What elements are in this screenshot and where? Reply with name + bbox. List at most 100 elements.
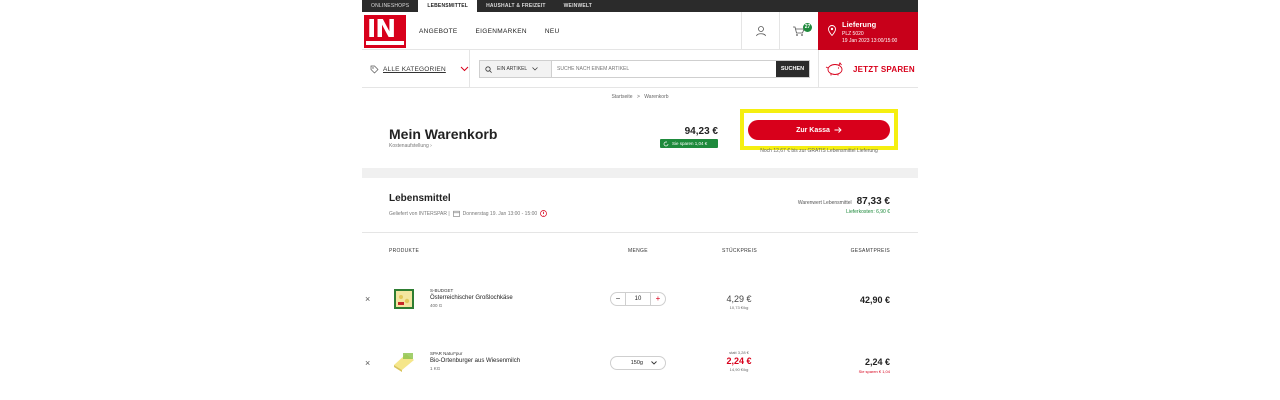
- row-savings: Sie sparen € 1,04: [858, 369, 890, 374]
- tab-onlineshops[interactable]: ONLINESHOPS: [362, 0, 418, 12]
- cart-button[interactable]: 27: [779, 12, 817, 50]
- product-info: SPAR Natur*pur Bio-Ortenburger aus Wiese…: [430, 351, 520, 371]
- unit-base-price: 14,90 €/kg: [729, 367, 749, 372]
- search-input[interactable]: [552, 61, 776, 77]
- quantity-select-value: 150g: [630, 360, 643, 366]
- all-categories-button[interactable]: ALLE KATEGORIEN: [362, 50, 470, 88]
- cost-breakdown-label: Kostenaufstellung: [389, 143, 429, 149]
- breadcrumb: Startseite > Warenkorb: [362, 94, 918, 100]
- product-name[interactable]: Bio-Ortenburger aus Wiesenmilch: [430, 358, 520, 364]
- breadcrumb-current: Warenkorb: [644, 94, 669, 100]
- goods-value: 87,33 €: [856, 196, 890, 207]
- unit-price: 4,29 € 10,73 €/kg: [714, 294, 764, 310]
- cart-count-badge: 27: [803, 23, 812, 32]
- interspar-logo[interactable]: IN: [364, 15, 406, 48]
- chevron-right-icon: ›: [430, 143, 432, 149]
- row-total: 42,90 €: [860, 295, 890, 305]
- piggy-bank-icon: [825, 62, 843, 76]
- product-size: 1 KG: [430, 366, 441, 371]
- nav-eigenmarken[interactable]: EIGENMARKEN: [476, 28, 527, 35]
- product-name[interactable]: Österreichischer Großlochkäse: [430, 295, 513, 301]
- delivered-by: Geliefert von INTERSPAR |: [389, 210, 450, 217]
- nav-neu[interactable]: NEU: [545, 28, 560, 35]
- checkout-button[interactable]: Zur Kassa: [748, 120, 890, 140]
- product-info: S-BUDGET Österreichischer Großlochkäse 4…: [430, 288, 513, 308]
- section-divider: [362, 232, 918, 233]
- info-icon[interactable]: [540, 210, 548, 217]
- product-image[interactable]: [392, 288, 416, 310]
- chevron-down-icon: [651, 361, 657, 365]
- page: ONLINESHOPS LEBENSMITTEL HAUSHALT & FREI…: [362, 0, 918, 400]
- savings-badge: Sie sparen 1,04 €: [660, 139, 718, 148]
- remove-item-icon[interactable]: ×: [365, 294, 370, 304]
- chevron-down-icon: [460, 66, 469, 72]
- section-meta: Geliefert von INTERSPAR | Donnerstag 19.…: [389, 210, 548, 217]
- unit-price: statt 3,28 € 2,24 € 14,90 €/kg: [714, 350, 764, 372]
- row-total-value: 2,24 €: [864, 357, 890, 367]
- free-delivery-hint: Noch 12,67 € bis zur GRATIS Lebensmittel…: [760, 148, 878, 154]
- tag-icon: [370, 65, 379, 73]
- quantity-stepper: − 10 +: [610, 292, 666, 306]
- all-categories-label: ALLE KATEGORIEN: [383, 65, 446, 73]
- delivery-postal: PLZ 5020: [842, 31, 864, 37]
- tab-lebensmittel[interactable]: LEBENSMITTEL: [418, 0, 478, 12]
- logo-band: [366, 41, 404, 45]
- col-header-products: PRODUKTE: [389, 248, 420, 254]
- account-button[interactable]: [741, 12, 779, 50]
- search-icon: [485, 65, 492, 73]
- col-header-quantity: MENGE: [628, 248, 648, 254]
- chevron-down-icon: [532, 67, 538, 71]
- search-scope-select[interactable]: EIN ARTIKEL: [480, 61, 552, 77]
- calendar-icon: [452, 210, 460, 217]
- increase-button[interactable]: +: [651, 293, 665, 305]
- breadcrumb-home[interactable]: Startseite: [611, 94, 632, 100]
- tab-haushalt-freizeit[interactable]: HAUSHALT & FREIZEIT: [477, 0, 555, 12]
- site-header: IN ANGEBOTE EIGENMARKEN NEU 27 Lieferung…: [362, 12, 918, 50]
- refresh-icon: [663, 141, 669, 146]
- search-box: EIN ARTIKEL SUCHE N: [479, 60, 810, 78]
- decrease-button[interactable]: −: [611, 293, 625, 305]
- tab-weinwelt[interactable]: WEINWELT: [555, 0, 601, 12]
- search-row: ALLE KATEGORIEN EIN ARTIKEL SUCHE NACH E…: [362, 50, 918, 88]
- delivery-title: Lieferung: [842, 20, 877, 29]
- goods-value-label: Warenwert Lebensmittel: [797, 200, 852, 206]
- row-total: 2,24 € Sie sparen € 1,04: [859, 357, 890, 374]
- product-brand: SPAR Natur*pur: [430, 351, 463, 356]
- col-header-unit-price: STÜCKPREIS: [722, 248, 757, 254]
- delivery-cost: Lieferkosten: 6,90 €: [846, 209, 890, 215]
- main-nav: ANGEBOTE EIGENMARKEN NEU: [419, 12, 560, 50]
- col-header-total: GESAMTPREIS: [850, 248, 890, 254]
- delivery-slot: 19 Jan 2023 13:00/15:00: [842, 38, 898, 44]
- search-scope-label: EIN ARTIKEL: [497, 66, 528, 72]
- search-button[interactable]: SUCHEN: [776, 61, 809, 77]
- user-icon: [755, 26, 766, 37]
- save-now-label: JETZT SPAREN: [853, 64, 915, 74]
- old-price: statt 3,28 €: [729, 350, 749, 355]
- unit-price-value: 4,29 €: [726, 294, 752, 304]
- unit-base-price: 10,73 €/kg: [729, 305, 749, 310]
- cart-total: 94,23 €: [684, 126, 718, 137]
- nav-angebote[interactable]: ANGEBOTE: [419, 28, 458, 35]
- save-now-link[interactable]: JETZT SPAREN: [818, 50, 918, 88]
- checkout-label: Zur Kassa: [796, 126, 830, 134]
- remove-item-icon[interactable]: ×: [365, 358, 370, 368]
- product-image[interactable]: [392, 350, 416, 372]
- unit-price-value: 2,24 €: [726, 356, 752, 366]
- product-brand: S-BUDGET: [430, 288, 454, 293]
- arrow-right-icon: [834, 127, 842, 133]
- delivery-slot-text: Donnerstag 19. Jan 13:00 - 15:00: [462, 210, 538, 217]
- section-title: Lebensmittel: [389, 193, 451, 204]
- quantity-value[interactable]: 10: [625, 293, 651, 305]
- row-total-value: 42,90 €: [859, 295, 890, 305]
- divider-band: [362, 168, 918, 178]
- location-pin-icon: [828, 25, 836, 36]
- delivery-info[interactable]: Lieferung PLZ 5020 19 Jan 2023 13:00/15:…: [818, 12, 918, 50]
- cost-breakdown-link[interactable]: Kostenaufstellung ›: [389, 143, 432, 149]
- top-tab-strip: ONLINESHOPS LEBENSMITTEL HAUSHALT & FREI…: [362, 0, 918, 12]
- savings-label: Sie sparen 1,04 €: [672, 141, 708, 146]
- quantity-select[interactable]: 150g: [610, 356, 666, 370]
- page-title: Mein Warenkorb: [389, 126, 498, 142]
- product-size: 400 G: [430, 303, 443, 308]
- logo-text: IN: [367, 14, 396, 43]
- breadcrumb-separator: >: [636, 94, 640, 100]
